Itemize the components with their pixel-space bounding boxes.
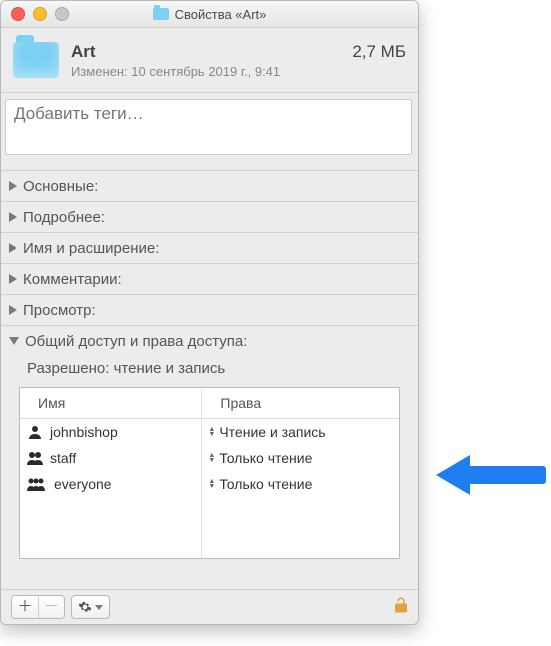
- footer: ＋ －: [1, 589, 418, 624]
- disclosure-right-icon: [9, 274, 17, 284]
- section-label: Общий доступ и права доступа:: [25, 333, 247, 350]
- permission-select[interactable]: ▲▼ Только чтение: [208, 450, 393, 466]
- section-comments[interactable]: Комментарии:: [1, 264, 418, 295]
- section-name-ext[interactable]: Имя и расширение:: [1, 233, 418, 264]
- section-label: Подробнее:: [23, 209, 105, 226]
- stepper-icon: ▲▼: [208, 453, 215, 463]
- zoom-icon[interactable]: [55, 7, 69, 21]
- tags-input[interactable]: [5, 99, 412, 155]
- folder-icon: [13, 42, 59, 78]
- permission-select[interactable]: ▲▼ Только чтение: [208, 476, 393, 492]
- permission-summary: Разрешено: чтение и запись: [1, 356, 418, 387]
- section-general[interactable]: Основные:: [1, 171, 418, 202]
- folder-icon: [153, 8, 169, 20]
- tags-section: [1, 93, 418, 171]
- stepper-icon: ▲▼: [208, 427, 215, 437]
- person-icon: [26, 477, 48, 491]
- disclosure-right-icon: [9, 243, 17, 253]
- user-name: everyone: [54, 476, 112, 492]
- permission-value: Чтение и запись: [219, 424, 325, 440]
- table-row[interactable]: johnbishop ▲▼ Чтение и запись: [20, 419, 399, 446]
- disclosure-right-icon: [9, 212, 17, 222]
- table-row[interactable]: staff ▲▼ Только чтение: [20, 445, 399, 471]
- annotation-arrow-icon: [436, 455, 546, 495]
- item-size: 2,7 МБ: [352, 42, 406, 62]
- section-label: Просмотр:: [23, 302, 96, 319]
- window-title: Свойства «Art»: [175, 7, 267, 22]
- section-preview[interactable]: Просмотр:: [1, 295, 418, 326]
- lock-open-icon: [392, 594, 408, 614]
- person-icon: [26, 425, 44, 439]
- disclosure-down-icon: [9, 337, 19, 345]
- add-button[interactable]: ＋: [12, 596, 38, 618]
- permission-value: Только чтение: [219, 476, 312, 492]
- section-label: Имя и расширение:: [23, 240, 159, 257]
- section-sharing-header[interactable]: Общий доступ и права доступа:: [1, 326, 418, 356]
- action-menu-button[interactable]: [71, 595, 110, 619]
- person-icon: [26, 451, 44, 465]
- permission-select[interactable]: ▲▼ Чтение и запись: [208, 424, 393, 440]
- table-row[interactable]: everyone ▲▼ Только чтение: [20, 471, 399, 497]
- stepper-icon: ▲▼: [208, 479, 215, 489]
- user-name: staff: [50, 450, 76, 466]
- disclosure-right-icon: [9, 181, 17, 191]
- lock-button[interactable]: [392, 594, 408, 621]
- titlebar: Свойства «Art»: [1, 1, 418, 28]
- header: Art 2,7 МБ Изменен: 10 сентябрь 2019 г.,…: [1, 28, 418, 93]
- permissions-table: Имя Права johnbishop ▲▼ Чтение и запись sta…: [19, 387, 400, 559]
- add-remove-segment: ＋ －: [11, 595, 65, 619]
- info-window: Свойства «Art» Art 2,7 МБ Изменен: 10 се…: [0, 0, 419, 625]
- section-label: Комментарии:: [23, 271, 122, 288]
- permission-value: Только чтение: [219, 450, 312, 466]
- close-icon[interactable]: [11, 7, 25, 21]
- gear-icon: [78, 600, 92, 614]
- item-modified: Изменен: 10 сентябрь 2019 г., 9:41: [71, 64, 406, 79]
- minimize-icon[interactable]: [33, 7, 47, 21]
- column-name[interactable]: Имя: [20, 388, 202, 419]
- item-name: Art: [71, 42, 96, 62]
- disclosure-right-icon: [9, 305, 17, 315]
- traffic-lights: [11, 7, 69, 21]
- remove-button: －: [38, 596, 64, 618]
- user-name: johnbishop: [50, 424, 118, 440]
- section-label: Основные:: [23, 178, 98, 195]
- column-priv[interactable]: Права: [202, 388, 399, 419]
- section-sharing: Общий доступ и права доступа: Разрешено:…: [1, 326, 418, 567]
- chevron-down-icon: [95, 605, 103, 610]
- section-more[interactable]: Подробнее:: [1, 202, 418, 233]
